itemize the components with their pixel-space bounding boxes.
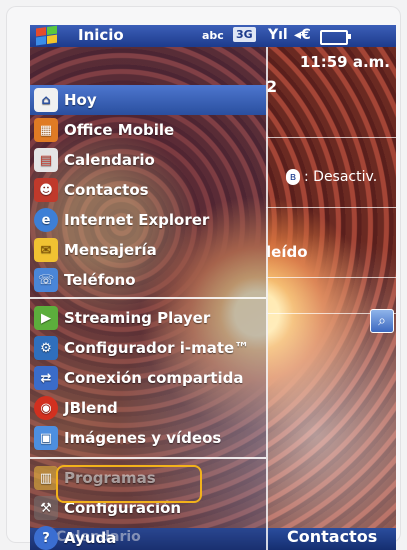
phone-icon: ☏ (34, 268, 58, 292)
volume-icon[interactable]: ◂€ (294, 27, 311, 43)
status-bar: Inicio abc 3G Yıl ◂€ (30, 25, 396, 47)
clock-time[interactable]: 11:59 a.m. (266, 49, 396, 75)
menu-item-label: Mensajería (64, 241, 157, 259)
menu-item-label: Streaming Player (64, 309, 211, 327)
menu-separator (30, 297, 266, 299)
streaming-player-icon: ▶ (34, 306, 58, 330)
today-divider (266, 207, 396, 208)
configurator-icon: ⚙ (34, 336, 58, 360)
menu-item-internet-explorer[interactable]: e Internet Explorer (34, 205, 264, 235)
bluetooth-icon: ʙ (286, 169, 300, 185)
menu-item-streaming-player[interactable]: ▶ Streaming Player (34, 303, 264, 333)
menu-item-label: Configurador i-mate™ (64, 339, 250, 357)
jblend-icon: ◉ (34, 396, 58, 420)
pictures-videos-icon: ▣ (34, 426, 58, 450)
bluetooth-status-text: : Desactiv. (304, 169, 378, 185)
right-softkey[interactable]: Contactos (287, 527, 377, 546)
settings-icon: ⚒ (34, 496, 58, 520)
office-icon: ▦ (34, 118, 58, 142)
calendar-icon: ▤ (34, 148, 58, 172)
menu-item-contactos[interactable]: ☻ Contactos (34, 175, 264, 205)
unread-messages-fragment[interactable]: leído (266, 243, 308, 261)
today-divider (266, 277, 396, 278)
menu-item-label: Calendario (64, 151, 155, 169)
menu-item-jblend[interactable]: ◉ JBlend (34, 393, 264, 423)
search-icon: ⌕ (378, 313, 386, 329)
menu-separator (30, 457, 266, 459)
contacts-icon: ☻ (34, 178, 58, 202)
menu-item-label: Hoy (64, 91, 97, 109)
menu-item-label: Contactos (64, 181, 149, 199)
menu-item-label: Conexión compartida (64, 369, 244, 387)
menu-item-configurador-i-mate[interactable]: ⚙ Configurador i-mate™ (34, 333, 264, 363)
battery-icon[interactable] (320, 30, 351, 45)
programs-icon: ▥ (34, 466, 58, 490)
menu-item-mensajeria[interactable]: ✉ Mensajería (34, 235, 264, 265)
shared-connection-icon: ⇄ (34, 366, 58, 390)
menu-item-calendario[interactable]: ▤ Calendario (34, 145, 264, 175)
network-3g-indicator[interactable]: 3G (233, 27, 256, 42)
menu-item-label: Ayuda (64, 529, 117, 547)
menu-item-label: JBlend (64, 399, 118, 417)
menu-item-label: Internet Explorer (64, 211, 210, 229)
configuracion-highlight-box (56, 465, 202, 503)
search-button[interactable]: ⌕ (370, 309, 394, 333)
windows-start-icon[interactable] (36, 25, 58, 47)
home-icon: ⌂ (34, 88, 58, 112)
menu-item-label: Office Mobile (64, 121, 175, 139)
input-mode-indicator[interactable]: abc (202, 29, 224, 42)
menu-item-telefono[interactable]: ☏ Teléfono (34, 265, 264, 295)
menu-item-label: Imágenes y vídeos (64, 429, 222, 447)
messaging-icon: ✉ (34, 238, 58, 262)
menu-item-imagenes-y-videos[interactable]: ▣ Imágenes y vídeos (34, 423, 264, 453)
menu-item-conexion-compartida[interactable]: ⇄ Conexión compartida (34, 363, 264, 393)
menu-item-label: Teléfono (64, 271, 136, 289)
help-icon: ? (34, 526, 58, 550)
menu-item-ayuda[interactable]: ? Ayuda (34, 523, 264, 550)
today-panel: 11:59 a.m. 2 ʙ: Desactiv. leído ⌕ (266, 47, 396, 550)
status-bar-title[interactable]: Inicio (78, 26, 124, 44)
menu-item-office-mobile[interactable]: ▦ Office Mobile (34, 115, 264, 145)
signal-strength-icon[interactable]: Yıl (268, 27, 288, 43)
menu-item-hoy[interactable]: ⌂ Hoy (30, 85, 266, 115)
bluetooth-status[interactable]: ʙ: Desactiv. (286, 169, 377, 185)
today-divider (266, 137, 396, 138)
internet-explorer-icon: e (34, 208, 58, 232)
